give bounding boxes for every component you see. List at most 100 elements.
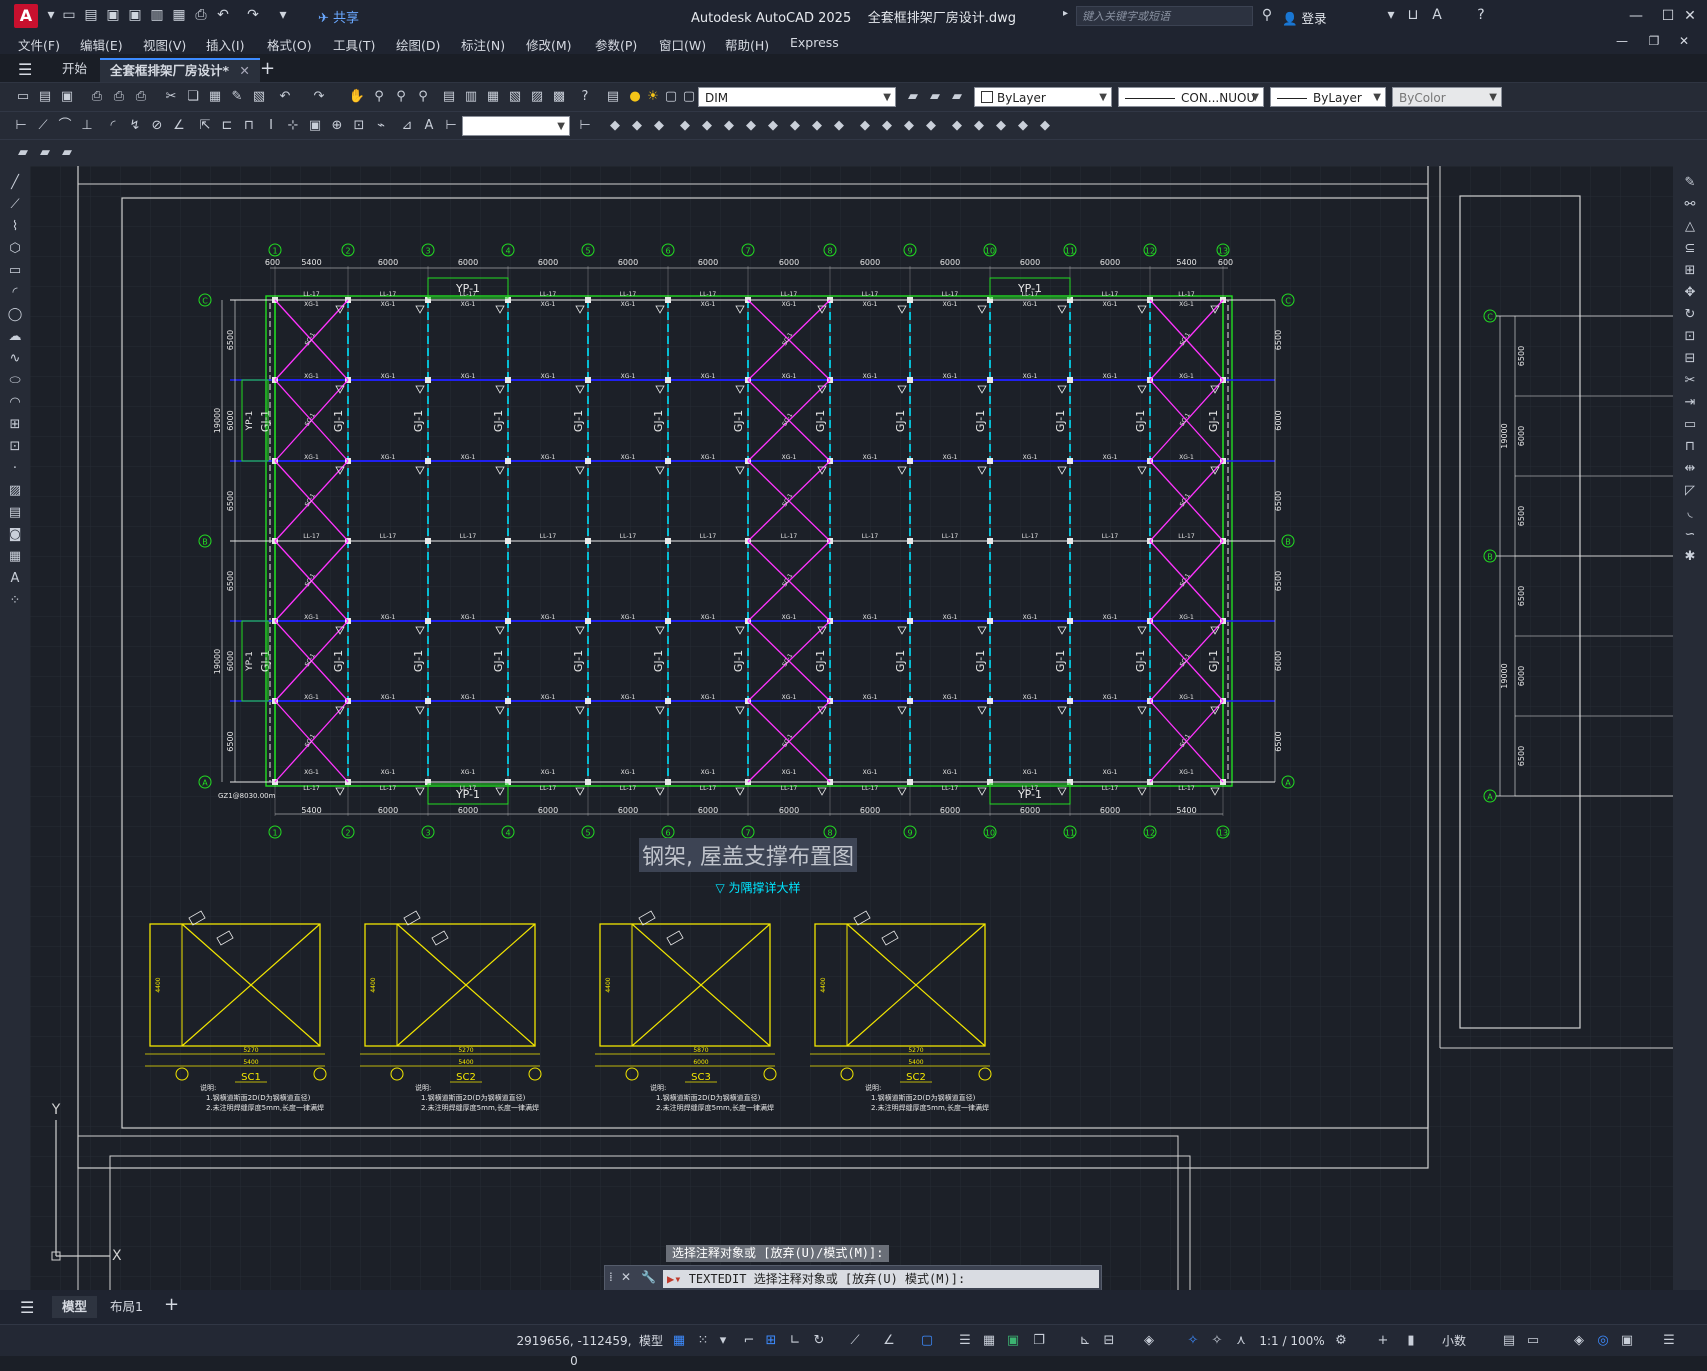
help-icon[interactable]: ?: [1472, 6, 1490, 24]
open-web-icon[interactable]: ▥: [148, 6, 166, 24]
continue-icon[interactable]: ⊓: [240, 117, 258, 135]
search-icon[interactable]: ⚲: [1258, 6, 1276, 24]
tab-drawing[interactable]: 全套框排架厂房设计* ✕: [100, 58, 260, 82]
region-icon[interactable]: ◙: [6, 526, 24, 544]
baseline-icon[interactable]: ⊏: [218, 117, 236, 135]
lock-ui-icon[interactable]: ▭: [1524, 1332, 1542, 1350]
erase-icon[interactable]: ✎: [1681, 174, 1699, 192]
ellipse-arc-icon[interactable]: ◠: [6, 394, 24, 412]
explode-icon[interactable]: ✱: [1681, 548, 1699, 566]
graphics-performance-icon[interactable]: ◎: [1594, 1332, 1612, 1350]
linear-dim-icon[interactable]: ⊢: [12, 117, 30, 135]
customize-quick-access-icon[interactable]: ▾: [274, 6, 292, 24]
tool-palettes-icon[interactable]: ▦: [484, 88, 502, 106]
drawing-svg[interactable]: XG-1 XG-1 XG-1 XG-1 XG-1 XG-1 LL-17 LL-17 LL-17 X…: [30, 155, 1673, 1337]
plan-title[interactable]: 钢架, 屋盖支撑布置图: [642, 845, 854, 870]
modify-tool-16-icon[interactable]: ◆: [948, 117, 966, 135]
offset-icon[interactable]: ⊆: [1681, 240, 1699, 258]
menu-draw[interactable]: 绘图(D): [396, 35, 440, 54]
share-button[interactable]: ✈ 共享: [318, 7, 359, 26]
modify-tool-8-icon[interactable]: ◆: [764, 117, 782, 135]
circle-icon[interactable]: ◯: [6, 306, 24, 324]
jogged-icon[interactable]: ↯: [126, 117, 144, 135]
zoom-previous-icon[interactable]: ⚲: [414, 88, 432, 106]
undo-icon[interactable]: ↶: [276, 88, 294, 106]
save-icon[interactable]: ▣: [104, 6, 122, 24]
save-web-icon[interactable]: ▦: [170, 6, 188, 24]
layout-menu-icon[interactable]: ☰: [20, 1298, 34, 1317]
grid-toggle-icon[interactable]: ▦: [670, 1332, 688, 1350]
menu-file[interactable]: 文件(F): [18, 35, 60, 54]
selection-cycling-icon[interactable]: ▣: [1004, 1332, 1022, 1350]
insert-block-icon[interactable]: ⊞: [6, 416, 24, 434]
preview-icon[interactable]: ⎙: [110, 88, 128, 106]
close-icon[interactable]: ✕: [1672, 4, 1707, 28]
hamburger-menu-icon[interactable]: ☰: [18, 60, 32, 79]
app-menu-chevron-icon[interactable]: ▾: [42, 6, 60, 24]
color-dropdown[interactable]: ByLayer ▼: [974, 87, 1112, 107]
extra-tool-1-icon[interactable]: ▰: [14, 144, 32, 162]
quick-properties-icon[interactable]: ▤: [1500, 1332, 1518, 1350]
extra-tool-2-icon[interactable]: ▰: [36, 144, 54, 162]
ordinate-icon[interactable]: ⊥: [78, 117, 96, 135]
array-icon[interactable]: ⊞: [1681, 262, 1699, 280]
arc-icon[interactable]: ◜: [6, 284, 24, 302]
menu-edit[interactable]: 编辑(E): [80, 35, 123, 54]
customization-icon[interactable]: ☰: [1660, 1332, 1678, 1350]
extend-icon[interactable]: ⇥: [1681, 394, 1699, 412]
break-point-icon[interactable]: ▭: [1681, 416, 1699, 434]
aligned-dim-icon[interactable]: ⟋: [34, 117, 52, 135]
tolerance-icon[interactable]: ▣: [306, 117, 324, 135]
undo-icon[interactable]: ↶: [214, 6, 232, 24]
transparency-icon[interactable]: ▦: [980, 1332, 998, 1350]
command-customize-icon[interactable]: 🔧: [641, 1270, 656, 1284]
publish-icon[interactable]: ⎙: [132, 88, 150, 106]
zoom-window-icon[interactable]: ⚲: [392, 88, 410, 106]
object-snap-icon[interactable]: ▢: [918, 1332, 936, 1350]
menu-express[interactable]: Express: [790, 35, 839, 50]
tab-layout1[interactable]: 布局1: [100, 1296, 153, 1318]
redo-icon[interactable]: ↷: [244, 6, 262, 24]
scale-icon[interactable]: ⊡: [1681, 328, 1699, 346]
menu-tools[interactable]: 工具(T): [333, 35, 375, 54]
modify-tool-7-icon[interactable]: ◆: [742, 117, 760, 135]
xline-icon[interactable]: ⟋: [6, 196, 24, 214]
save-icon[interactable]: ▣: [58, 88, 76, 106]
units-icon[interactable]: ▮: [1402, 1332, 1420, 1350]
login-dropdown-icon[interactable]: ▾: [1382, 6, 1400, 24]
dimtedit-icon[interactable]: A: [420, 117, 438, 135]
modify-tool-5-icon[interactable]: ◆: [698, 117, 716, 135]
model-space-toggle[interactable]: 模型: [636, 1331, 666, 1351]
tab-start[interactable]: 开始: [52, 58, 97, 80]
menu-help[interactable]: 帮助(H): [725, 35, 769, 54]
lineweight-icon[interactable]: ☰: [956, 1332, 974, 1350]
make-block-icon[interactable]: ⊡: [6, 438, 24, 456]
annotation-monitor-icon[interactable]: +: [1374, 1332, 1392, 1350]
menu-format[interactable]: 格式(O): [267, 35, 312, 54]
ortho-mode-icon[interactable]: ∟: [786, 1332, 804, 1350]
modify-tool-3-icon[interactable]: ◆: [650, 117, 668, 135]
autodesk-app-icon[interactable]: A: [1428, 6, 1446, 24]
annotation-visibility-icon[interactable]: ✧: [1184, 1332, 1202, 1350]
space-icon[interactable]: I: [262, 117, 280, 135]
inspect-icon[interactable]: ⊡: [350, 117, 368, 135]
paste-icon[interactable]: ▦: [206, 88, 224, 106]
diameter-icon[interactable]: ⊘: [148, 117, 166, 135]
dimedit-icon[interactable]: ⊿: [398, 117, 416, 135]
dim-update-icon[interactable]: ⊢: [442, 117, 460, 135]
doc-minimize-icon[interactable]: —: [1604, 29, 1640, 53]
menu-view[interactable]: 视图(V): [143, 35, 186, 54]
layer-lock-icon[interactable]: ▢: [662, 88, 680, 106]
menu-window[interactable]: 窗口(W): [659, 35, 706, 54]
rectangle-icon[interactable]: ▭: [6, 262, 24, 280]
layer-thaw-icon[interactable]: ☀: [644, 88, 662, 106]
break-icon[interactable]: ⊹: [284, 117, 302, 135]
hatch-icon[interactable]: ▨: [6, 482, 24, 500]
spline-icon[interactable]: ∿: [6, 350, 24, 368]
isolate-objects-icon[interactable]: ◈: [1570, 1332, 1588, 1350]
layer-color-icon[interactable]: ▢: [680, 88, 698, 106]
quick-dim-icon[interactable]: ⇱: [196, 117, 214, 135]
dynamic-input-icon[interactable]: ⊞: [762, 1332, 780, 1350]
search-input[interactable]: 键入关键字或短语: [1076, 6, 1253, 26]
center-mark-icon[interactable]: ⊕: [328, 117, 346, 135]
